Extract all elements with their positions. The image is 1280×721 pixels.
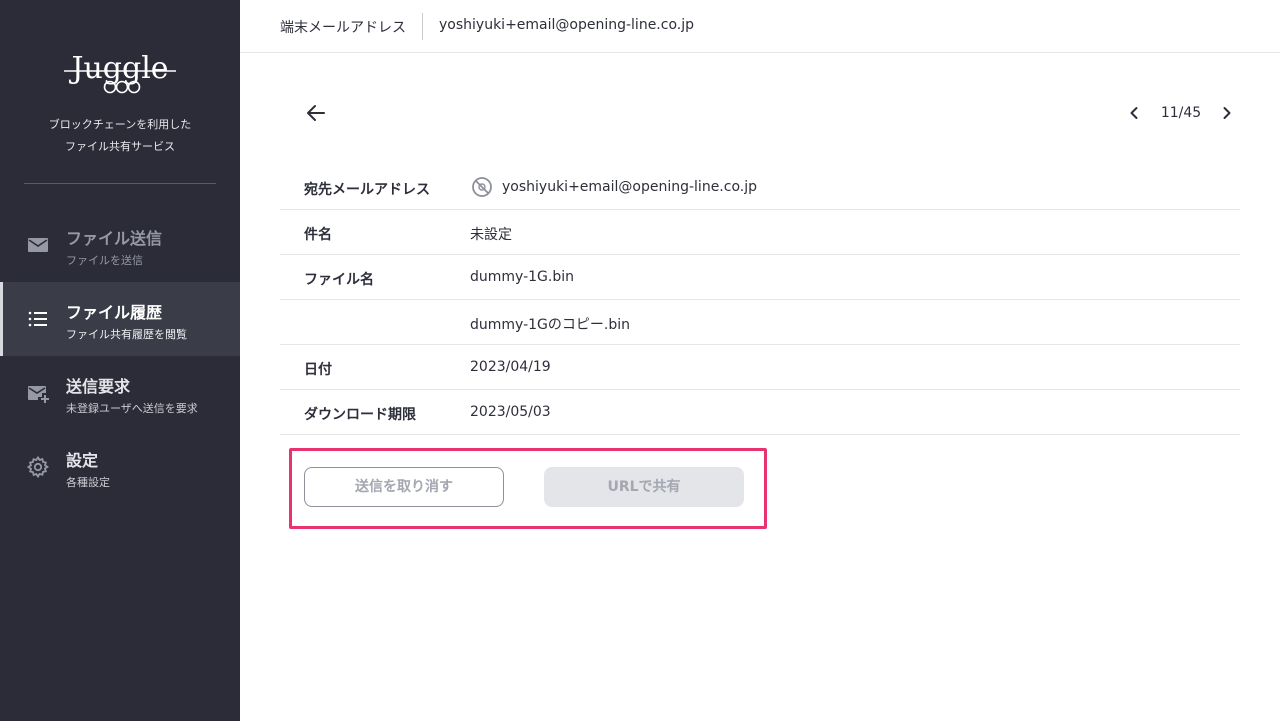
pager-count: 11/45 xyxy=(1160,105,1202,121)
detail-label: 宛先メールアドレス xyxy=(304,182,430,198)
back-arrow-icon[interactable] xyxy=(303,100,329,126)
sidebar-item-sub: 未登録ユーザへ送信を要求 xyxy=(66,402,198,415)
mail-icon xyxy=(28,238,48,252)
blocked-icon xyxy=(472,177,492,197)
sidebar-item-title: ファイル送信 xyxy=(66,229,163,248)
detail-value: 2023/05/03 xyxy=(470,404,551,420)
detail-label: 件名 xyxy=(304,227,332,243)
detail-value: dummy-1G.bin xyxy=(470,269,574,285)
chevron-left-icon[interactable] xyxy=(1124,103,1144,123)
sidebar-item-title: 送信要求 xyxy=(66,377,131,396)
detail-label: 日付 xyxy=(304,362,332,378)
logo-wordmark: Juggle xyxy=(68,52,168,86)
juggle-logo[interactable]: Juggle xyxy=(0,52,240,98)
device-email-value: yoshiyuki+email@opening-line.co.jp xyxy=(439,17,695,33)
sidebar-item-title: 設定 xyxy=(66,451,99,470)
tagline: ブロックチェーンを利用した ファイル共有サービス xyxy=(0,114,240,158)
sidebar-item-file-history[interactable]: ファイル履歴 ファイル共有履歴を閲覧 xyxy=(0,282,240,356)
detail-row-date: 日付 2023/04/19 xyxy=(280,345,1240,390)
sidebar-item-settings[interactable]: 設定 各種設定 xyxy=(0,430,240,504)
detail-row-filename-2: dummy-1Gのコピー.bin xyxy=(280,300,1240,345)
detail-value: 未設定 xyxy=(470,227,512,243)
sidebar: Juggle ブロックチェーンを利用した ファイル共有サービス ファイル送信 フ… xyxy=(0,0,240,721)
detail-row-subject: 件名 未設定 xyxy=(280,210,1240,255)
tagline-line2: ファイル共有サービス xyxy=(65,140,175,153)
detail-value: yoshiyuki+email@opening-line.co.jp xyxy=(502,179,758,195)
list-icon xyxy=(28,311,47,327)
sidebar-item-sub: ファイル共有履歴を閲覧 xyxy=(66,328,187,341)
cancel-send-button[interactable]: 送信を取り消す xyxy=(304,467,504,507)
detail-row-download-deadline: ダウンロード期限 2023/05/03 xyxy=(280,390,1240,435)
sidebar-item-sub: ファイルを送信 xyxy=(66,254,143,267)
device-email-label: 端末メールアドレス xyxy=(280,20,406,36)
sidebar-divider xyxy=(24,183,216,184)
chevron-right-icon[interactable] xyxy=(1217,103,1237,123)
header-separator xyxy=(422,13,423,40)
detail-row-filename: ファイル名 dummy-1G.bin xyxy=(280,255,1240,300)
detail-label: ファイル名 xyxy=(304,272,374,288)
sidebar-item-file-send[interactable]: ファイル送信 ファイルを送信 xyxy=(0,208,240,282)
top-header: 端末メールアドレス yoshiyuki+email@opening-line.c… xyxy=(240,0,1280,53)
detail-label: ダウンロード期限 xyxy=(304,407,416,423)
mail-plus-icon xyxy=(28,386,49,403)
sidebar-item-title: ファイル履歴 xyxy=(66,303,163,322)
sidebar-item-send-request[interactable]: 送信要求 未登録ユーザへ送信を要求 xyxy=(0,356,240,430)
tagline-line1: ブロックチェーンを利用した xyxy=(48,118,192,131)
detail-row-recipient: 宛先メールアドレス yoshiyuki+email@opening-line.c… xyxy=(280,165,1240,210)
share-url-button[interactable]: URLで共有 xyxy=(544,467,744,507)
sidebar-item-sub: 各種設定 xyxy=(66,476,110,489)
detail-value: dummy-1Gのコピー.bin xyxy=(470,317,630,333)
detail-value: 2023/04/19 xyxy=(470,359,551,375)
gear-icon xyxy=(26,455,50,479)
